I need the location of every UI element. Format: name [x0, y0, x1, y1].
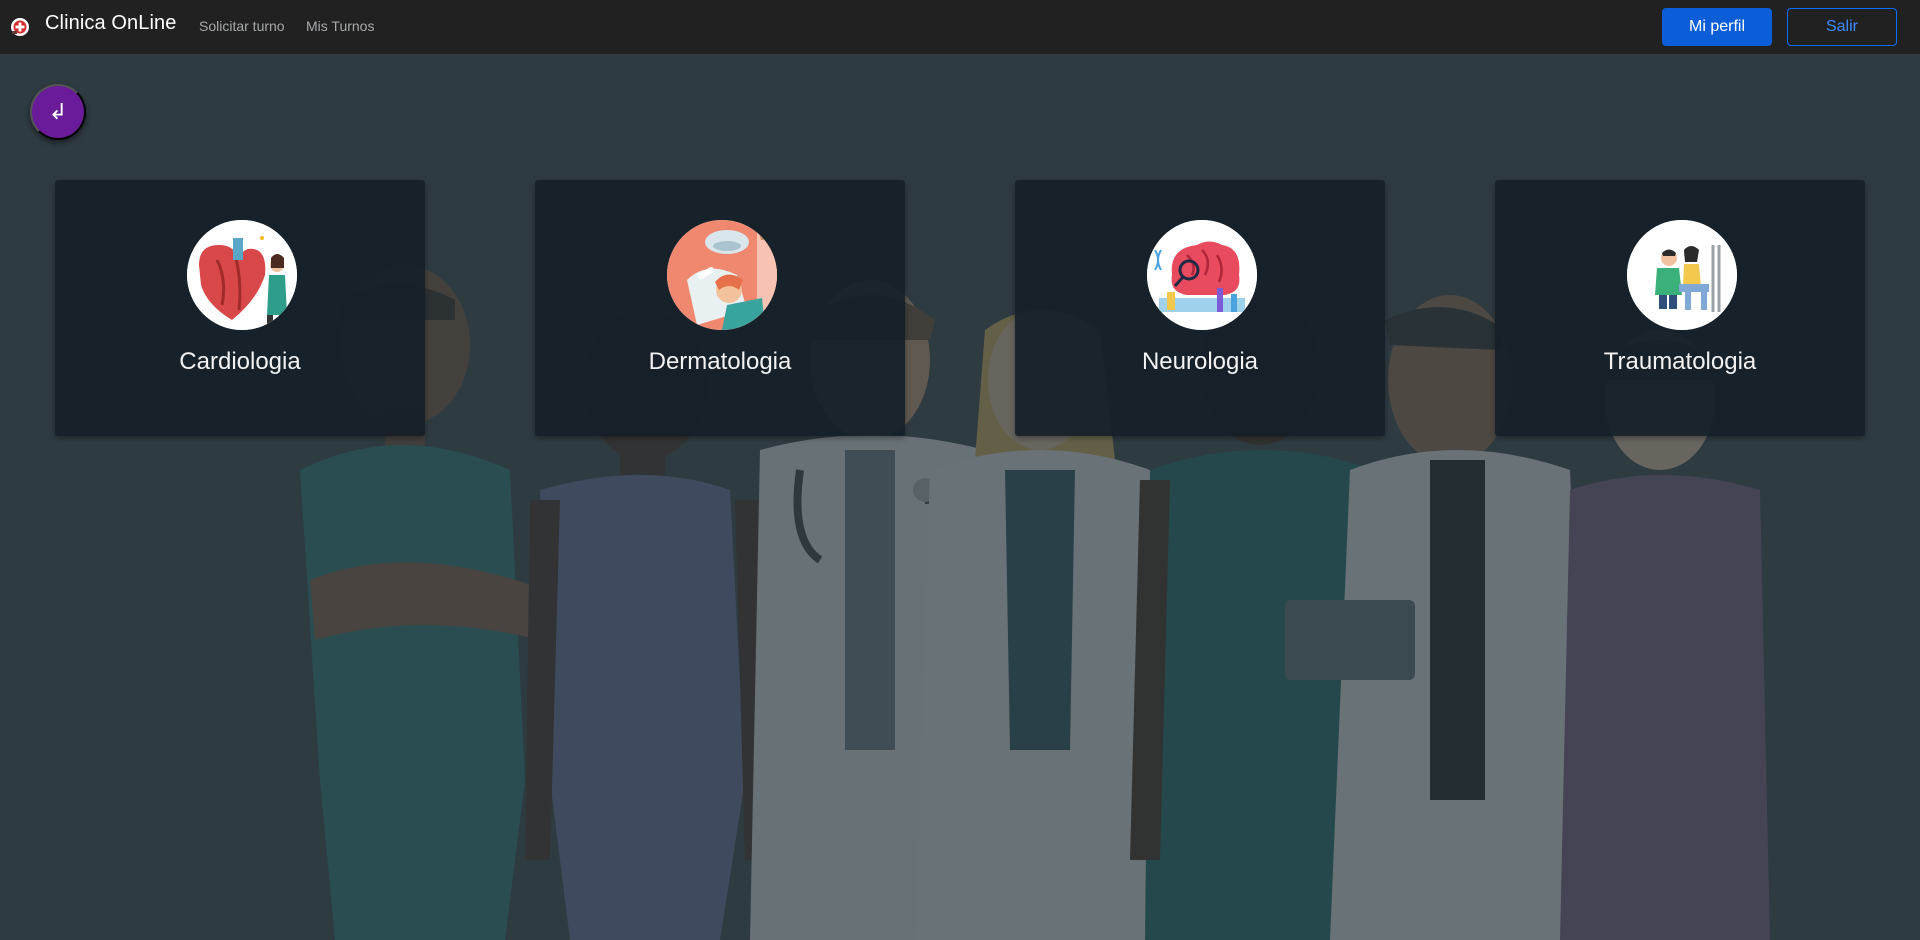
- specialty-name: Dermatologia: [648, 348, 792, 375]
- specialty-card-cardiologia[interactable]: Cardiologia: [55, 180, 425, 436]
- back-button[interactable]: ↲: [30, 84, 86, 140]
- specialty-name: Cardiologia: [179, 348, 301, 375]
- nav-link-mis-turnos[interactable]: Mis Turnos: [306, 18, 374, 34]
- specialty-card-neurologia[interactable]: Neurologia: [1015, 180, 1385, 436]
- traumatology-illustration-icon: [1627, 220, 1737, 330]
- return-arrow-icon: ↲: [48, 99, 68, 125]
- brain-illustration-icon: [1147, 220, 1257, 330]
- specialty-card-traumatologia[interactable]: Traumatologia: [1495, 180, 1865, 436]
- profile-button[interactable]: Mi perfil: [1662, 8, 1772, 46]
- clinic-logo-icon[interactable]: [10, 17, 30, 37]
- brand-name[interactable]: Clinica OnLine: [45, 12, 176, 35]
- heart-illustration-icon: [187, 220, 297, 330]
- navbar: Clinica OnLine Solicitar turno Mis Turno…: [0, 0, 1920, 54]
- specialty-name: Neurologia: [1141, 348, 1259, 375]
- logout-button[interactable]: Salir: [1787, 8, 1897, 46]
- dermatology-illustration-icon: [667, 220, 777, 330]
- nav-link-solicitar-turno[interactable]: Solicitar turno: [199, 18, 285, 34]
- specialty-name: Traumatologia: [1603, 348, 1757, 375]
- specialty-card-dermatologia[interactable]: Dermatologia: [535, 180, 905, 436]
